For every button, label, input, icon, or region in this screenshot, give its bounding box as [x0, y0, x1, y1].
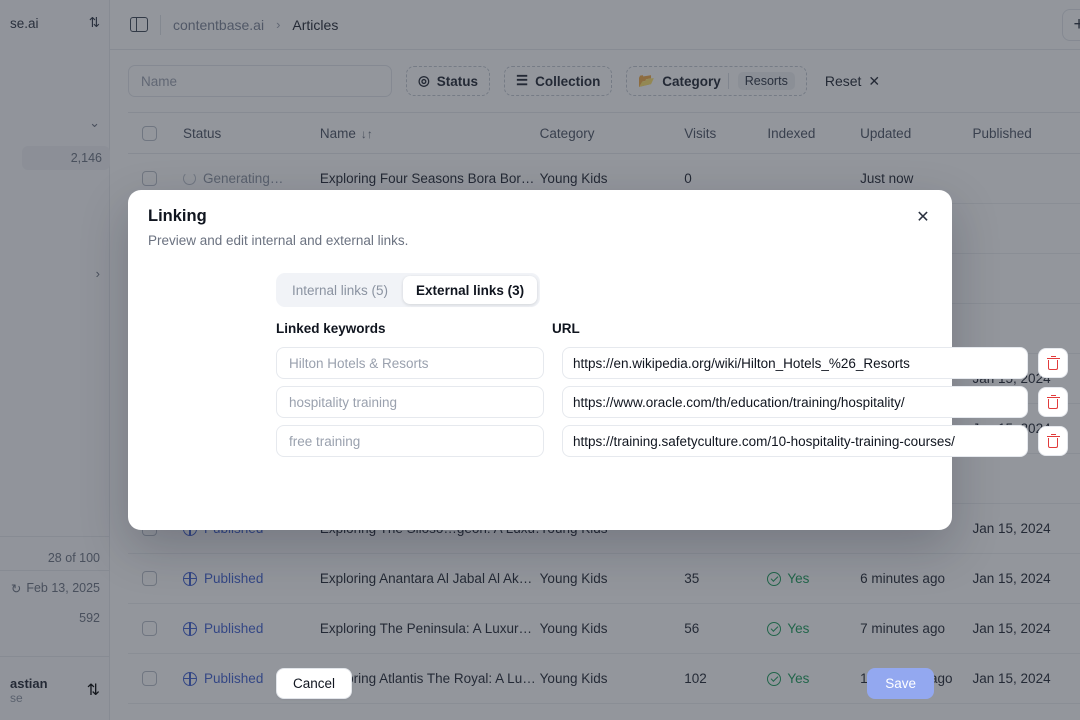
dialog-title: Linking: [148, 207, 207, 226]
delete-link-button[interactable]: [1038, 426, 1068, 456]
link-row: hospitality training https://www.oracle.c…: [276, 386, 1068, 418]
column-label-url: URL: [552, 321, 580, 336]
url-input[interactable]: https://www.oracle.com/th/education/trai…: [562, 386, 1028, 418]
trash-icon: [1047, 356, 1060, 370]
tab-internal-links[interactable]: Internal links (5): [279, 276, 401, 304]
close-icon[interactable]: ✕: [912, 206, 934, 228]
save-button[interactable]: Save: [867, 668, 934, 699]
keyword-value: Hilton Hotels & Resorts: [289, 356, 429, 371]
app-root: se.ai ⇅ ⌄ 2,146 › 28 of 100 ↻ Feb 13, 20…: [0, 0, 1080, 720]
delete-link-button[interactable]: [1038, 387, 1068, 417]
dialog-subtitle: Preview and edit internal and external l…: [148, 233, 408, 248]
cancel-button[interactable]: Cancel: [276, 668, 352, 699]
linking-dialog: ✕ Linking Preview and edit internal and …: [128, 190, 952, 530]
keyword-input[interactable]: free training: [276, 425, 544, 457]
link-row: free training https://training.safetycult…: [276, 425, 1068, 457]
keyword-input[interactable]: Hilton Hotels & Resorts: [276, 347, 544, 379]
keyword-input[interactable]: hospitality training: [276, 386, 544, 418]
url-input[interactable]: https://training.safetyculture.com/10-ho…: [562, 425, 1028, 457]
trash-icon: [1047, 395, 1060, 409]
trash-icon: [1047, 434, 1060, 448]
url-value: https://en.wikipedia.org/wiki/Hilton_Hot…: [573, 356, 910, 371]
column-label-keywords: Linked keywords: [276, 321, 386, 336]
tab-external-links[interactable]: External links (3): [403, 276, 537, 304]
keyword-value: free training: [289, 434, 360, 449]
url-value: https://www.oracle.com/th/education/trai…: [573, 395, 905, 410]
links-tabs: Internal links (5) External links (3): [276, 273, 540, 307]
url-value: https://training.safetyculture.com/10-ho…: [573, 434, 955, 449]
keyword-value: hospitality training: [289, 395, 397, 410]
url-input[interactable]: https://en.wikipedia.org/wiki/Hilton_Hot…: [562, 347, 1028, 379]
link-row: Hilton Hotels & Resorts https://en.wikipe…: [276, 347, 1068, 379]
delete-link-button[interactable]: [1038, 348, 1068, 378]
